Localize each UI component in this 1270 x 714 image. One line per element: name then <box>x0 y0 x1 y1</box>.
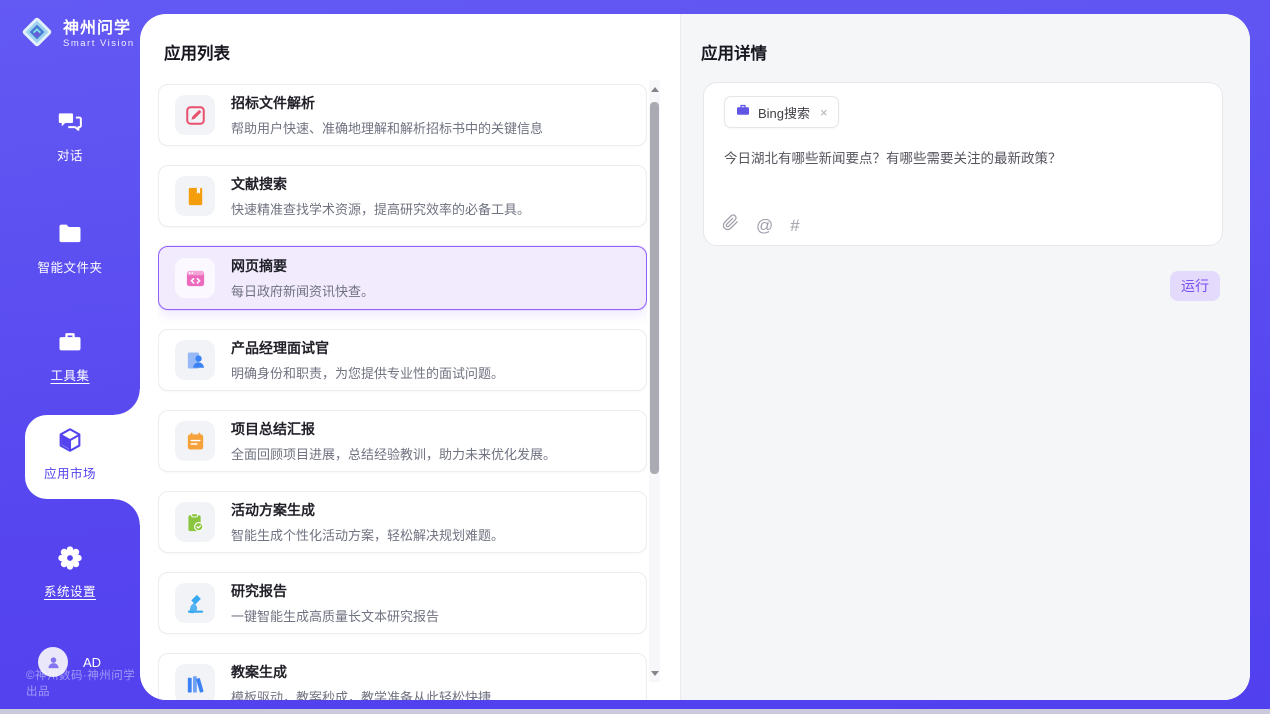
chat-icon <box>56 108 84 136</box>
app-desc: 每日政府新闻资讯快查。 <box>231 281 374 300</box>
scroll-down-icon[interactable] <box>649 666 660 680</box>
app-card[interactable]: 网页摘要每日政府新闻资讯快查。 <box>158 246 647 310</box>
app-list-title: 应用列表 <box>164 40 230 64</box>
input-toolbar: @# <box>722 214 800 236</box>
interviewer-icon <box>184 349 207 372</box>
briefcase-icon <box>735 102 751 123</box>
app-detail-title: 应用详情 <box>701 40 767 64</box>
sidebar-item-chat[interactable]: 对话 <box>0 108 140 174</box>
microscope-icon <box>184 592 207 615</box>
sidebar-item-label: 智能文件夹 <box>0 257 140 276</box>
app-desc: 帮助用户快速、准确地理解和解析招标书中的关键信息 <box>231 118 543 137</box>
app-icon-tile <box>175 258 215 298</box>
app-card-list: 招标文件解析帮助用户快速、准确地理解和解析招标书中的关键信息文献搜索快速精准查找… <box>158 84 647 700</box>
app-card[interactable]: 招标文件解析帮助用户快速、准确地理解和解析招标书中的关键信息 <box>158 84 647 146</box>
app-icon-tile <box>175 583 215 623</box>
sidebar-item-label: 工具集 <box>0 365 140 384</box>
app-card[interactable]: 研究报告一键智能生成高质量长文本研究报告 <box>158 572 647 634</box>
run-button[interactable]: 运行 <box>1170 271 1220 301</box>
app-icon-tile <box>175 664 215 700</box>
browser-code-icon <box>184 267 207 290</box>
app-desc: 模板驱动，教案秒成，教学准备从此轻松快捷 <box>231 687 491 700</box>
sidebar-item-smart-folder[interactable]: 智能文件夹 <box>0 220 140 286</box>
app-card[interactable]: 项目总结汇报全面回顾项目进展，总结经验教训，助力未来优化发展。 <box>158 410 647 472</box>
paperclip-icon <box>722 214 739 231</box>
app-icon-tile <box>175 176 215 216</box>
sidebar-item-toolset[interactable]: 工具集 <box>0 328 140 394</box>
sidebar: 神州问学 Smart Vision 对话智能文件夹工具集应用市场系统设置 AD … <box>0 0 140 714</box>
gear-icon <box>56 544 84 572</box>
calendar-note-icon <box>184 430 207 453</box>
pen-edit-icon <box>184 104 207 127</box>
app-name: 活动方案生成 <box>231 500 504 520</box>
scroll-up-icon[interactable] <box>649 82 660 96</box>
book-icon <box>184 185 207 208</box>
books-icon <box>184 673 207 696</box>
app-name: 研究报告 <box>231 581 439 601</box>
app-desc: 一键智能生成高质量长文本研究报告 <box>231 606 439 625</box>
brand-subtitle: Smart Vision <box>63 38 135 50</box>
window-bottom-edge <box>0 709 1270 714</box>
briefcase-icon <box>735 102 751 118</box>
query-card[interactable]: Bing搜索 × 今日湖北有哪些新闻要点？有哪些需要关注的最新政策？ @# <box>703 82 1223 246</box>
app-name: 产品经理面试官 <box>231 338 504 358</box>
app-name: 网页摘要 <box>231 256 374 276</box>
brand: 神州问学 Smart Vision <box>18 13 135 56</box>
app-name: 文献搜索 <box>231 174 530 194</box>
app-desc: 明确身份和职责，为您提供专业性的面试问题。 <box>231 363 504 382</box>
toolbox-icon <box>56 328 84 356</box>
app-icon-tile <box>175 421 215 461</box>
app-icon-tile <box>175 95 215 135</box>
app-card[interactable]: 教案生成模板驱动，教案秒成，教学准备从此轻松快捷 <box>158 653 647 700</box>
app-card[interactable]: 文献搜索快速精准查找学术资源，提高研究效率的必备工具。 <box>158 165 647 227</box>
tag-close-icon[interactable]: × <box>820 105 828 120</box>
brand-name: 神州问学 <box>63 20 135 38</box>
app-card[interactable]: 活动方案生成智能生成个性化活动方案，轻松解决规划难题。 <box>158 491 647 553</box>
sidebar-item-label: 对话 <box>0 145 140 164</box>
folder-icon <box>56 220 84 248</box>
copyright-footer: ©神州数码·神州问学出品 <box>26 667 140 699</box>
hashtag-icon[interactable]: # <box>790 217 799 234</box>
app-desc: 快速精准查找学术资源，提高研究效率的必备工具。 <box>231 199 530 218</box>
app-icon-tile <box>175 340 215 380</box>
sidebar-item-app-market[interactable]: 应用市场 <box>0 426 140 492</box>
sidebar-item-system-settings[interactable]: 系统设置 <box>0 544 140 610</box>
app-desc: 全面回顾项目进展，总结经验教训，助力未来优化发展。 <box>231 444 556 463</box>
scrollbar-thumb[interactable] <box>650 102 659 474</box>
app-desc: 智能生成个性化活动方案，轻松解决规划难题。 <box>231 525 504 544</box>
tool-tag-bing-search[interactable]: Bing搜索 × <box>724 96 839 128</box>
app-name: 招标文件解析 <box>231 93 543 113</box>
app-name: 教案生成 <box>231 662 491 682</box>
list-scrollbar[interactable] <box>649 80 660 682</box>
sidebar-item-label: 系统设置 <box>0 581 140 600</box>
app-detail-panel: 应用详情 Bing搜索 × 今日湖北有哪些新闻要点？有哪些需要关注的最新政策？ … <box>680 14 1250 700</box>
query-input[interactable]: 今日湖北有哪些新闻要点？有哪些需要关注的最新政策？ <box>724 149 1202 169</box>
app-name: 项目总结汇报 <box>231 419 556 439</box>
clipboard-check-icon <box>184 511 207 534</box>
tool-tag-label: Bing搜索 <box>758 103 810 122</box>
app-icon-tile <box>175 502 215 542</box>
paperclip-icon[interactable] <box>722 214 739 236</box>
brand-logo-icon <box>18 13 56 56</box>
sidebar-item-label: 应用市场 <box>0 463 140 482</box>
mention-icon[interactable]: @ <box>756 217 773 234</box>
cube-icon <box>56 426 84 454</box>
app-card[interactable]: 产品经理面试官明确身份和职责，为您提供专业性的面试问题。 <box>158 329 647 391</box>
main-content: 应用列表 招标文件解析帮助用户快速、准确地理解和解析招标书中的关键信息文献搜索快… <box>140 14 1250 700</box>
